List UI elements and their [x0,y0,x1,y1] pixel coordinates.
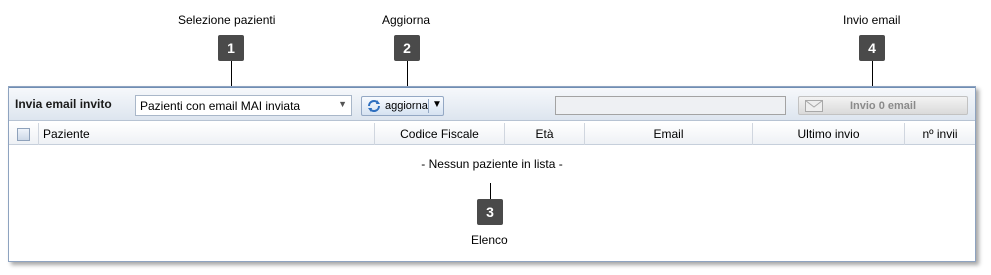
callout-3-line [490,183,491,199]
column-header-ultimo-invio[interactable]: Ultimo invio [753,123,905,145]
column-header-email[interactable]: Email [585,123,753,145]
column-header-codice-fiscale[interactable]: Codice Fiscale [375,123,505,145]
callout-2-title: Aggiorna [382,13,431,27]
refresh-button[interactable]: aggiorna ▼ [361,96,444,116]
toolbar-title: Invia email invito [15,97,112,111]
column-header-paziente[interactable]: Paziente [39,123,375,145]
send-email-button[interactable]: Invio 0 email [798,96,968,115]
column-header-n-invii[interactable]: nº invii [905,123,975,145]
callout-3-title: Elenco [471,233,508,247]
toolbar: Invia email invito Pazienti con email MA… [9,87,975,121]
callout-3-badge: 3 [477,199,503,225]
select-all-column [9,123,39,145]
split-separator [428,99,429,113]
refresh-label: aggiorna [385,100,428,112]
patient-filter-value: Pazienti con email MAI inviata [140,99,301,113]
callout-1-title: Selezione pazienti [178,13,276,27]
search-input[interactable] [555,96,786,115]
select-arrow-icon: ▼ [338,99,347,109]
dropdown-arrow-icon[interactable]: ▼ [432,99,442,110]
column-header-eta[interactable]: Età [505,123,585,145]
send-email-label: Invio 0 email [849,100,917,112]
callout-1-line [231,61,232,86]
callout-1-badge: 1 [218,35,244,61]
callout-4-title: Invio email [843,13,901,27]
checkbox-icon[interactable] [17,128,30,141]
empty-list-message: - Nessun paziente in lista - [421,157,563,171]
grid-header: Paziente Codice Fiscale Età Email Ultimo… [9,123,975,145]
callout-2-badge: 2 [394,35,420,61]
callout-4-badge: 4 [859,35,885,61]
refresh-icon [368,100,380,112]
patient-filter-select[interactable]: Pazienti con email MAI inviata ▼ [135,95,352,116]
